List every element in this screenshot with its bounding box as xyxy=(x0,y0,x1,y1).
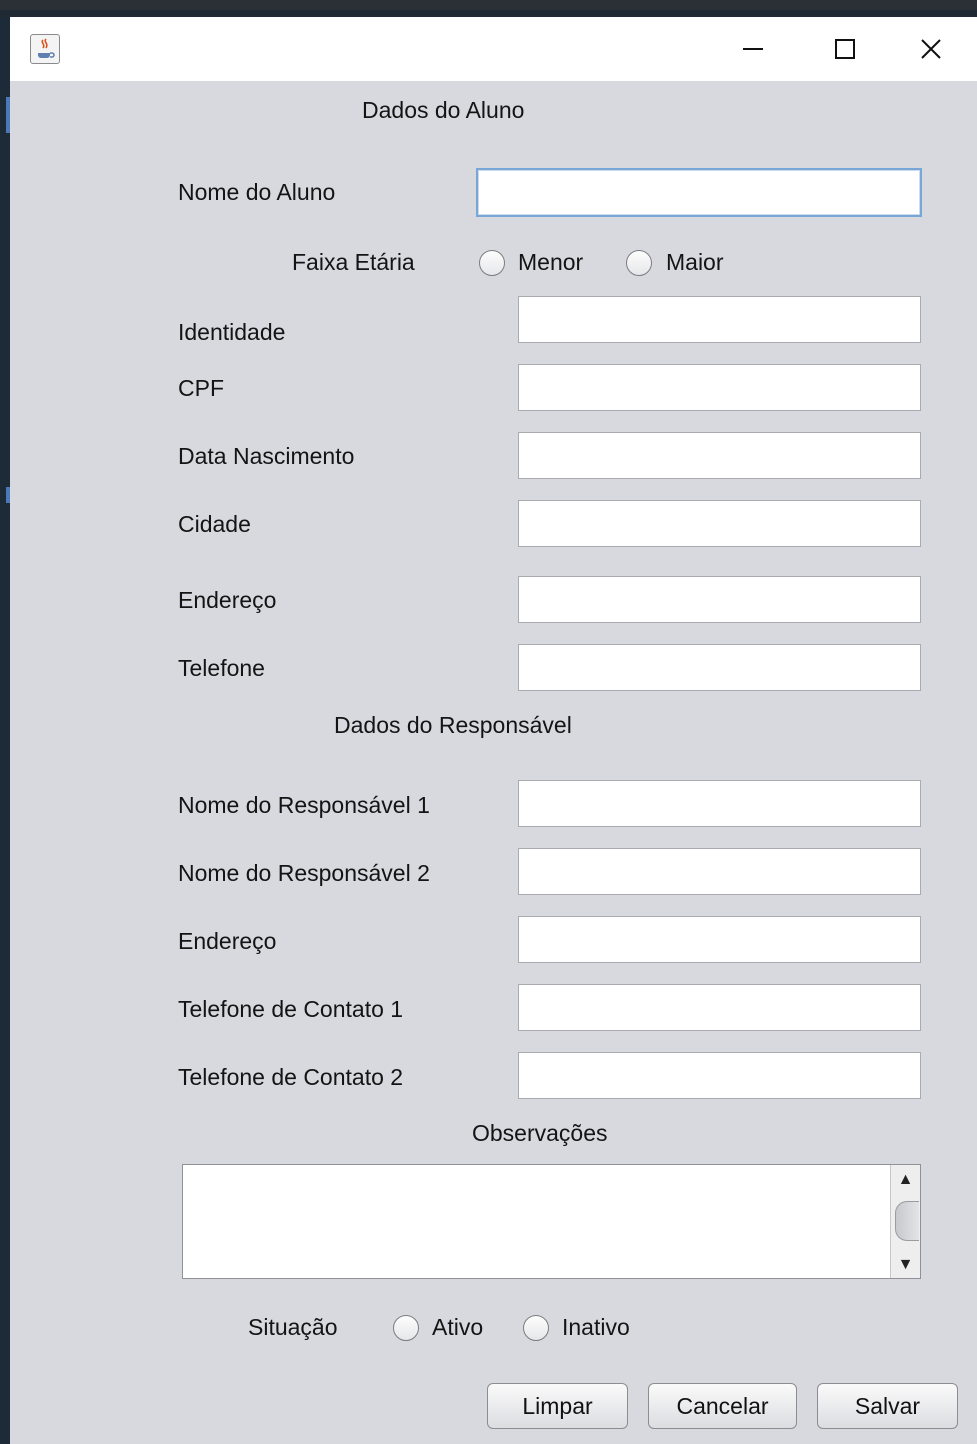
city-input[interactable] xyxy=(518,500,921,547)
desktop-strip xyxy=(0,0,977,10)
maximize-button[interactable] xyxy=(799,17,891,81)
cpf-label: CPF xyxy=(178,375,224,401)
notes-title: Observações xyxy=(472,1120,608,1146)
minimize-icon xyxy=(743,48,763,50)
status-inactive-radio[interactable] xyxy=(523,1315,549,1341)
save-button[interactable]: Salvar xyxy=(817,1383,958,1429)
age-minor-radio[interactable] xyxy=(479,250,505,276)
guardian-address-label: Endereço xyxy=(178,928,277,954)
close-button[interactable] xyxy=(885,17,977,81)
clear-button[interactable]: Limpar xyxy=(487,1383,628,1429)
age-adult-label: Maior xyxy=(666,249,724,275)
guardian2-name-label: Nome do Responsável 2 xyxy=(178,860,430,886)
status-active-radio[interactable] xyxy=(393,1315,419,1341)
notes-scrollbar[interactable]: ▲ ▼ xyxy=(890,1165,920,1278)
student-address-input[interactable] xyxy=(518,576,921,623)
notes-textarea[interactable]: ▲ ▼ xyxy=(182,1164,921,1279)
cpf-input[interactable] xyxy=(518,364,921,411)
status-inactive-label: Inativo xyxy=(562,1314,630,1340)
birth-date-input[interactable] xyxy=(518,432,921,479)
scroll-thumb[interactable] xyxy=(895,1201,919,1241)
scroll-down-arrow-icon[interactable]: ▼ xyxy=(891,1254,920,1276)
guardian-section-title: Dados do Responsável xyxy=(334,712,572,738)
java-coffee-icon[interactable] xyxy=(30,34,60,64)
guardian-address-input[interactable] xyxy=(518,916,921,963)
cancel-button[interactable]: Cancelar xyxy=(648,1383,797,1429)
contact2-input[interactable] xyxy=(518,1052,921,1099)
city-label: Cidade xyxy=(178,511,251,537)
identity-label: Identidade xyxy=(178,319,286,345)
guardian2-name-input[interactable] xyxy=(518,848,921,895)
guardian1-name-input[interactable] xyxy=(518,780,921,827)
student-phone-label: Telefone xyxy=(178,655,265,681)
contact2-label: Telefone de Contato 2 xyxy=(178,1064,404,1090)
maximize-icon xyxy=(835,39,855,59)
student-form-window: Dados do Aluno Nome do Aluno Faixa Etári… xyxy=(10,17,977,1444)
student-address-label: Endereço xyxy=(178,587,277,613)
identity-input[interactable] xyxy=(518,296,921,343)
age-minor-label: Menor xyxy=(518,249,584,275)
student-section-title: Dados do Aluno xyxy=(362,97,525,123)
student-name-input[interactable] xyxy=(476,168,922,217)
guardian1-name-label: Nome do Responsável 1 xyxy=(178,792,430,818)
contact1-label: Telefone de Contato 1 xyxy=(178,996,404,1022)
close-icon xyxy=(921,39,941,59)
age-adult-radio[interactable] xyxy=(626,250,652,276)
minimize-button[interactable] xyxy=(707,17,799,81)
student-phone-input[interactable] xyxy=(518,644,921,691)
desktop-edge xyxy=(0,17,10,1444)
status-label: Situação xyxy=(248,1314,338,1340)
birth-date-label: Data Nascimento xyxy=(178,443,355,469)
student-name-label: Nome do Aluno xyxy=(178,179,336,205)
age-group-label: Faixa Etária xyxy=(292,249,415,275)
title-bar xyxy=(10,17,977,81)
scroll-up-arrow-icon[interactable]: ▲ xyxy=(891,1169,920,1191)
contact1-input[interactable] xyxy=(518,984,921,1031)
status-active-label: Ativo xyxy=(432,1314,484,1340)
